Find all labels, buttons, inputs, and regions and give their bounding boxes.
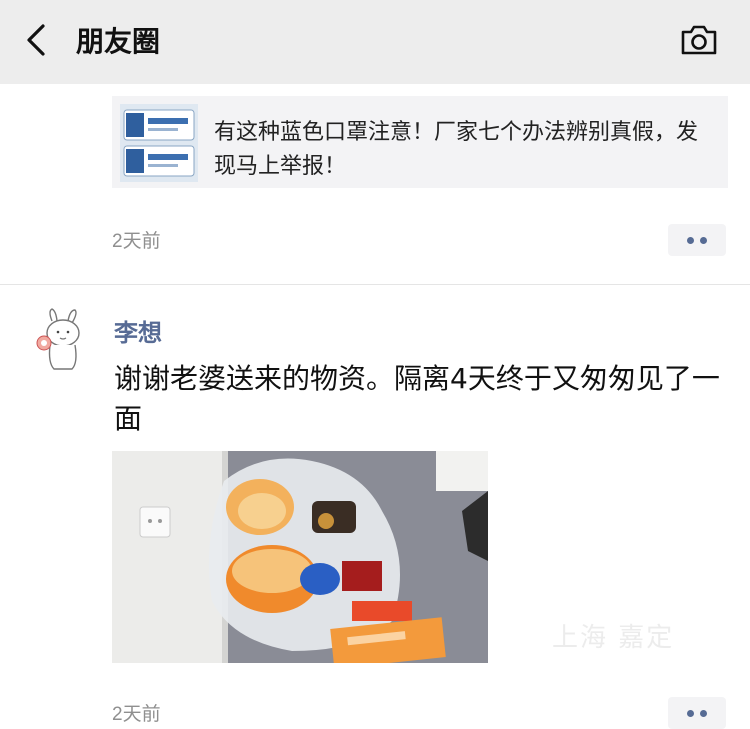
avatar[interactable]: [30, 307, 96, 373]
shared-article-title: 有这种蓝色口罩注意！厂家七个办法辨别真假，发现马上举报！: [214, 120, 699, 179]
more-dots-icon: [687, 236, 694, 244]
camera-icon: [681, 25, 717, 55]
mask-package-thumbnail: [120, 104, 198, 182]
cartoon-rabbit-avatar: [36, 308, 80, 370]
moment-post: 有这种蓝色口罩注意！厂家七个办法辨别真假，发现马上举报！ 2天前: [0, 84, 750, 284]
top-bar: 朋友圈: [0, 0, 750, 84]
post-photo[interactable]: [112, 451, 488, 663]
watermark: 上海 嘉定: [552, 623, 675, 653]
camera-button[interactable]: [676, 20, 722, 60]
more-button[interactable]: [668, 224, 726, 256]
chevron-left-icon: [27, 24, 45, 56]
post-time: 2天前: [112, 231, 161, 252]
more-dots-icon: [687, 709, 694, 717]
shared-article-card[interactable]: 有这种蓝色口罩注意！厂家七个办法辨别真假，发现马上举报！: [112, 96, 728, 188]
back-button[interactable]: [14, 18, 58, 62]
more-button[interactable]: [668, 697, 726, 729]
post-text: 谢谢老婆送来的物资。隔离4天终于又匆匆见了一面: [114, 362, 720, 435]
page-title: 朋友圈: [76, 25, 161, 58]
username[interactable]: 李想: [114, 313, 162, 348]
moment-post: 李想 谢谢老婆送来的物资。隔离4天终于又匆匆见了一面 上海 嘉定 2天前: [0, 285, 750, 729]
supplies-bag-photo: [112, 451, 488, 663]
post-time: 2天前: [112, 704, 161, 725]
